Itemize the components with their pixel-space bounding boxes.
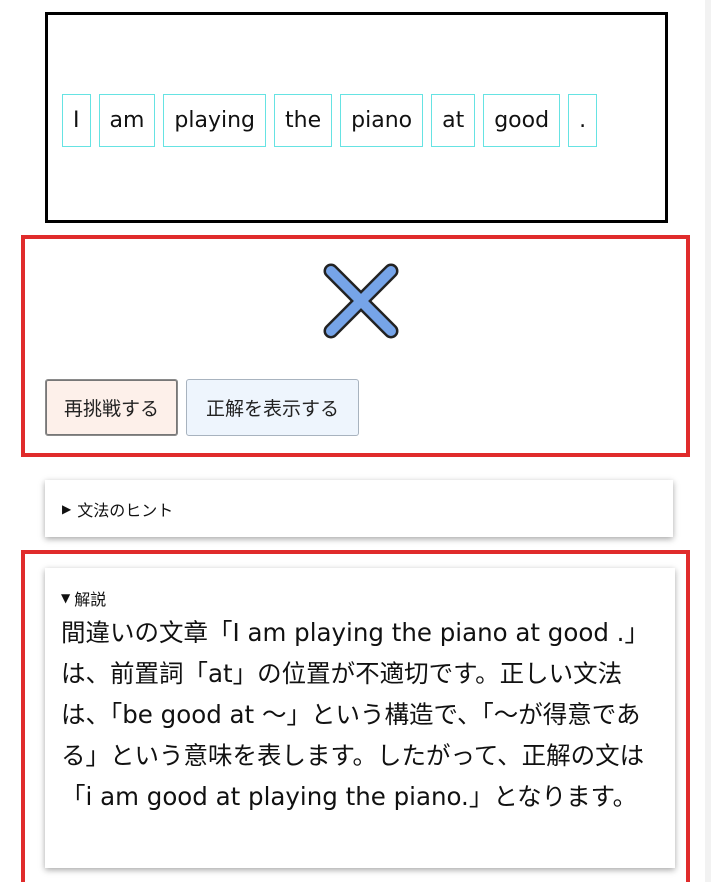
- hint-label: 文法のヒント: [77, 500, 174, 520]
- word-tile[interactable]: piano: [340, 94, 424, 147]
- retry-button[interactable]: 再挑戦する: [45, 379, 178, 436]
- grammar-hint-toggle[interactable]: ▶ 文法のヒント: [45, 480, 673, 537]
- word-tile[interactable]: playing: [163, 94, 267, 147]
- collapse-arrow-icon: ▼: [61, 591, 71, 605]
- word-tile[interactable]: .: [568, 94, 598, 147]
- window-edge: [705, 0, 711, 882]
- word-tile[interactable]: am: [98, 94, 156, 147]
- explanation-card: ▼ 解説 間違いの文章「I am playing the piano at go…: [45, 568, 675, 868]
- x-mark-icon: [323, 263, 399, 339]
- explanation-panel: ▼ 解説 間違いの文章「I am playing the piano at go…: [21, 550, 690, 882]
- word-tile[interactable]: at: [431, 94, 476, 147]
- sentence-area: I am playing the piano at good .: [45, 12, 668, 223]
- word-tile-row: I am playing the piano at good .: [62, 94, 598, 147]
- word-tile[interactable]: good: [483, 94, 561, 147]
- explanation-text: 間違いの文章「I am playing the piano at good .」…: [61, 618, 649, 811]
- expand-arrow-icon: ▶: [62, 501, 72, 516]
- word-tile[interactable]: I: [62, 94, 91, 147]
- show-answer-button[interactable]: 正解を表示する: [186, 379, 359, 436]
- explanation-label: 解説: [74, 590, 107, 609]
- explanation-toggle[interactable]: ▼ 解説: [61, 586, 660, 610]
- word-tile[interactable]: the: [274, 94, 333, 147]
- result-panel: 再挑戦する 正解を表示する: [21, 235, 690, 457]
